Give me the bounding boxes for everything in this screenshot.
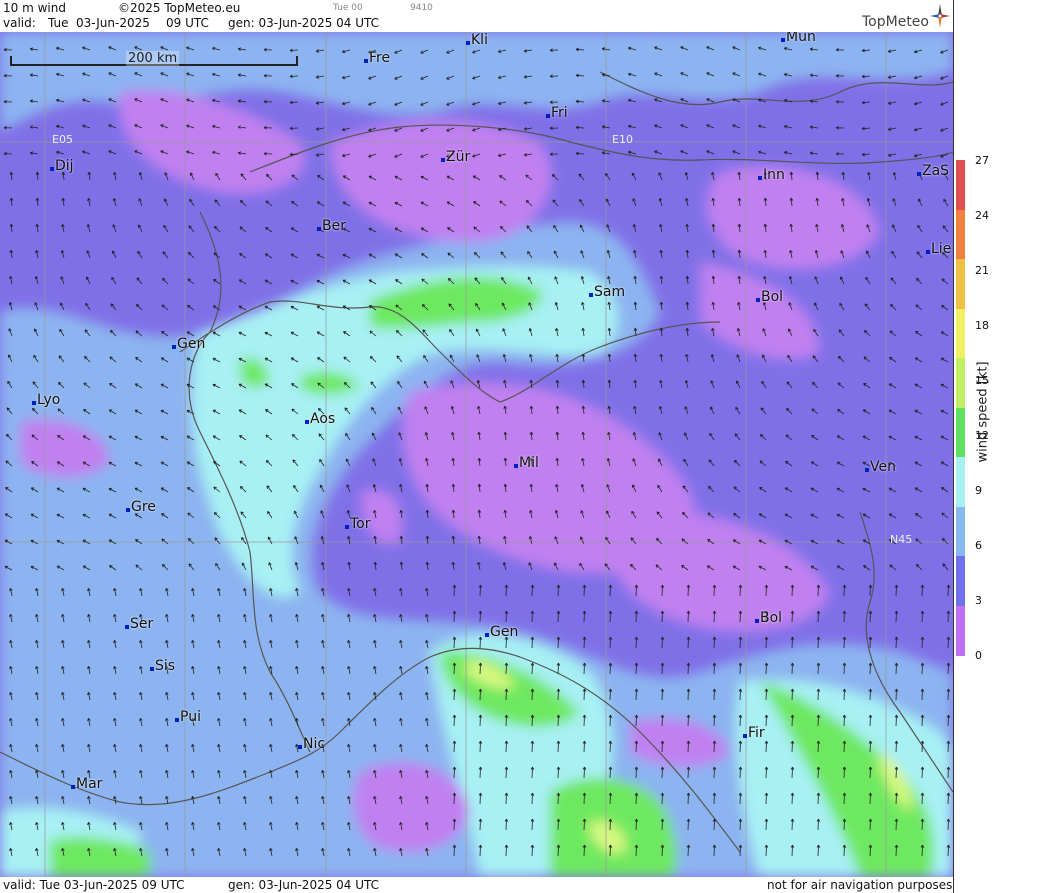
wind-field-svg (0, 32, 953, 877)
city-label[interactable]: Gen (171, 336, 205, 352)
valid-day: Tue (48, 16, 69, 30)
scale-label: 200 km (126, 51, 180, 66)
legend-tick-label: 21 (975, 264, 989, 277)
legend-color-step (956, 605, 965, 656)
legend-tick-label: 6 (975, 539, 982, 552)
map-header: 10 m wind ©2025 TopMeteo.eu Tue 00 9410 … (0, 0, 953, 32)
legend-color-step (956, 457, 965, 507)
city-label[interactable]: Inn (758, 167, 785, 183)
city-label[interactable]: Ber (317, 218, 346, 234)
city-label[interactable]: Bol (754, 610, 782, 626)
valid-date: 03-Jun-2025 (76, 16, 150, 30)
legend-color-step (956, 556, 965, 606)
grid-label-n45: N45 (890, 533, 913, 546)
city-label[interactable]: Fri (546, 105, 568, 121)
city-label[interactable]: Gen (484, 624, 518, 640)
legend-tick-label: 18 (975, 319, 989, 332)
legend-color-step (956, 506, 965, 557)
legend-border (953, 0, 954, 893)
legend-title: wind speed [kt] (975, 361, 991, 463)
legend-color-step (956, 358, 965, 408)
city-label[interactable]: ZaS (916, 163, 949, 179)
city-label[interactable]: Fre (363, 50, 390, 66)
footer-disclaimer: not for air navigation purposes (767, 878, 953, 892)
legend-tick-label: 24 (975, 209, 989, 222)
step-label: Tue 00 (333, 3, 363, 13)
city-label[interactable]: Kli (466, 32, 488, 48)
gen-label: gen: 03-Jun-2025 04 UTC (228, 16, 380, 30)
city-label[interactable]: Mar (70, 776, 102, 792)
legend-tick-label: 0 (975, 649, 982, 662)
legend-tick-label: 9 (975, 484, 982, 497)
valid-label: valid: (3, 16, 36, 30)
city-label[interactable]: Lyo (31, 392, 60, 408)
legend-color-step (956, 407, 965, 458)
city-label[interactable]: Tor (345, 516, 371, 532)
copyright: ©2025 TopMeteo.eu (118, 1, 241, 15)
legend-color-step (956, 209, 965, 260)
city-label[interactable]: Bol (755, 289, 783, 305)
city-label[interactable]: Pui (175, 709, 201, 725)
legend-color-step (956, 308, 965, 359)
footer-valid: valid: Tue 03-Jun-2025 09 UTC (3, 878, 185, 892)
legend-color-step (956, 259, 965, 309)
grid-label-e10: E10 (612, 133, 633, 146)
city-label[interactable]: Lie (925, 241, 951, 257)
legend-color-step (956, 160, 965, 210)
city-label[interactable]: Mün (781, 32, 816, 45)
city-label[interactable]: Aos (304, 411, 335, 427)
city-label[interactable]: Dij (50, 158, 74, 174)
city-label[interactable]: Ser (124, 616, 153, 632)
footer-gen: gen: 03-Jun-2025 04 UTC (228, 878, 380, 892)
valid-time: 09 UTC (166, 16, 209, 30)
compass-logo-icon (928, 2, 952, 33)
city-label[interactable]: Sis (149, 658, 175, 674)
wind-map[interactable]: 200 km E05 E10 N45 Fre Kli Mün Fri Dij Z… (0, 32, 953, 877)
city-label[interactable]: Nic (297, 736, 325, 752)
city-label[interactable]: Zür (440, 149, 470, 165)
code-label: 9410 (410, 3, 433, 13)
wind-speed-legend: 27 24 21 18 15 12 9 6 3 0 wind speed [kt] (953, 0, 1045, 893)
city-label[interactable]: Fir (743, 725, 765, 741)
scale-bar: 200 km (10, 51, 298, 68)
grid-label-e05: E05 (52, 133, 73, 146)
brand-logo-text: TopMeteo (862, 14, 929, 30)
city-label[interactable]: Sam (588, 284, 625, 300)
city-label[interactable]: Mil (514, 455, 539, 471)
field-title: 10 m wind (3, 1, 66, 15)
legend-tick-label: 27 (975, 154, 989, 167)
city-label[interactable]: Gre (126, 499, 156, 515)
legend-tick-label: 3 (975, 594, 982, 607)
city-label[interactable]: Ven (865, 459, 896, 475)
legend-color-bar (956, 160, 965, 656)
map-footer: valid: Tue 03-Jun-2025 09 UTC gen: 03-Ju… (0, 877, 953, 893)
